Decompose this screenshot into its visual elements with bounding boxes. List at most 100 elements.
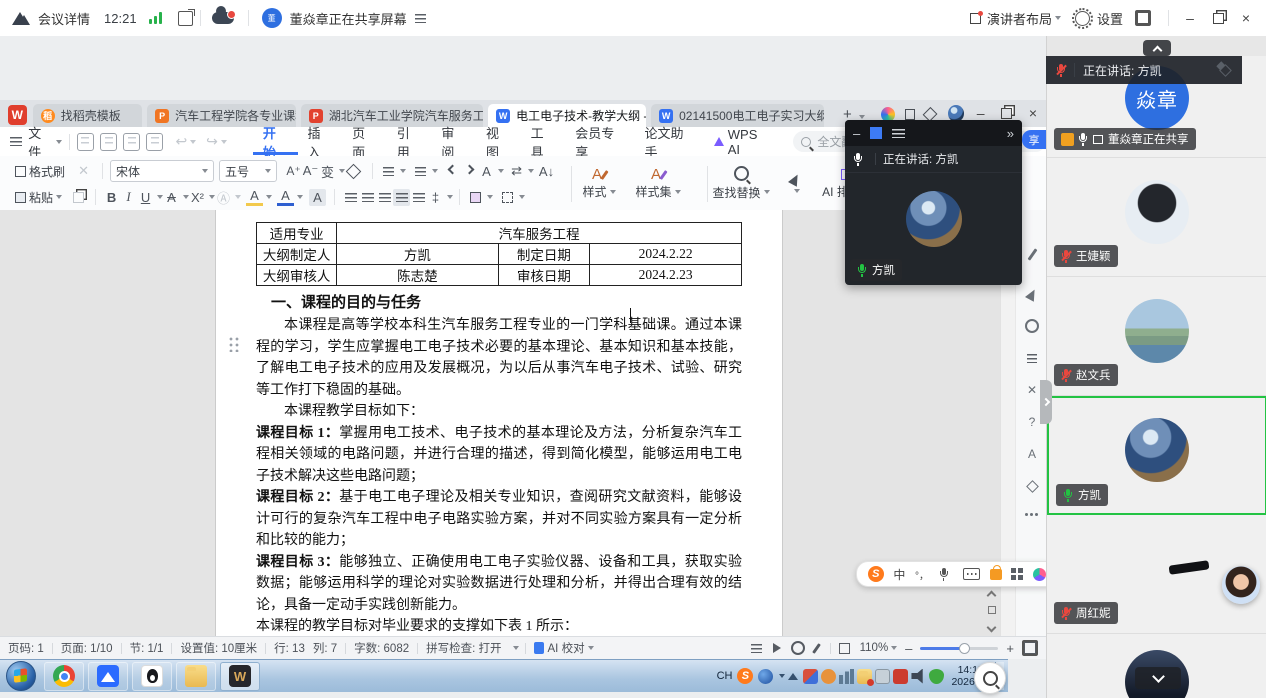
- asian-layout-icon[interactable]: ⇄: [508, 163, 525, 180]
- rotate-icon[interactable]: [1024, 318, 1040, 334]
- clear-format-icon[interactable]: [341, 159, 365, 183]
- align-left-icon[interactable]: [342, 189, 359, 206]
- cut-icon[interactable]: ✕: [75, 163, 92, 180]
- ime-skin-icon[interactable]: [1033, 568, 1046, 581]
- strikethrough-button[interactable]: A: [163, 189, 180, 206]
- ink-icon[interactable]: [812, 643, 821, 654]
- spell-check-toggle[interactable]: 拼写检查: 打开: [418, 640, 509, 656]
- save-icon[interactable]: [77, 133, 94, 151]
- wps-logo[interactable]: W: [8, 105, 27, 125]
- favorite-icon[interactable]: [1024, 478, 1040, 494]
- doc-fullscreen-icon[interactable]: [1022, 640, 1038, 656]
- numbered-list-icon[interactable]: [412, 163, 429, 180]
- align-right-icon[interactable]: [376, 189, 393, 206]
- tray-language[interactable]: CH: [717, 670, 733, 682]
- tray-network-icon[interactable]: [839, 669, 854, 684]
- ime-keyboard-icon[interactable]: [963, 568, 980, 580]
- cell[interactable]: 审核日期: [498, 265, 590, 286]
- participant-tile[interactable]: 王婕颖: [1047, 158, 1266, 277]
- ime-mode-toggle[interactable]: 中: [893, 566, 905, 583]
- sharer-menu-icon[interactable]: [415, 14, 426, 23]
- cell[interactable]: 2024.2.23: [590, 265, 742, 286]
- copy-icon[interactable]: [70, 189, 87, 206]
- participant-tile[interactable]: 赵文兵: [1047, 277, 1266, 396]
- zoom-out-button[interactable]: –: [905, 641, 912, 656]
- menu-view[interactable]: 视图: [476, 128, 521, 155]
- cell[interactable]: 大纲审核人: [257, 265, 337, 286]
- document-page[interactable]: 适用专业 汽车服务工程 大纲制定人 方凯 制定日期 2024.2.22 大纲审核…: [216, 210, 782, 636]
- fit-page-icon[interactable]: [839, 643, 850, 654]
- ime-voice-icon[interactable]: [939, 568, 949, 581]
- menu-member[interactable]: 会员专享: [565, 128, 634, 155]
- font-name-select[interactable]: 宋体: [110, 160, 214, 182]
- taskbar-wps-button[interactable]: W: [220, 662, 260, 691]
- tray-mini-icon[interactable]: [779, 674, 785, 678]
- tray-show-hidden-icon[interactable]: [788, 673, 798, 680]
- menu-tools[interactable]: 工具: [521, 128, 566, 155]
- participant-tile-speaking[interactable]: 方凯: [1047, 396, 1266, 515]
- fullscreen-icon[interactable]: [1135, 10, 1151, 26]
- meeting-detail-link[interactable]: 会议详情: [38, 9, 90, 28]
- panel-list-icon[interactable]: [892, 129, 905, 138]
- start-button[interactable]: [6, 661, 36, 691]
- cell[interactable]: 适用专业: [257, 223, 337, 244]
- bold-button[interactable]: B: [103, 189, 120, 206]
- share-button-partial[interactable]: 享: [1022, 130, 1046, 149]
- highlight-color-icon[interactable]: A: [246, 189, 263, 206]
- file-menu[interactable]: 文件: [28, 123, 53, 161]
- zoom-slider[interactable]: [920, 647, 998, 650]
- decrease-indent-icon[interactable]: [444, 163, 461, 180]
- tray-security-icon[interactable]: [929, 669, 944, 684]
- select-browse-icon[interactable]: [988, 606, 996, 614]
- tray-sync-icon[interactable]: [857, 669, 872, 684]
- more-tools-icon[interactable]: [1024, 506, 1040, 522]
- line-spacing-icon[interactable]: ‡: [427, 189, 444, 206]
- sidebar-handle[interactable]: [1040, 380, 1052, 424]
- tray-messenger-icon[interactable]: [821, 669, 836, 684]
- paste-button[interactable]: 粘贴: [8, 187, 66, 208]
- magnifier-float-button[interactable]: [974, 662, 1006, 694]
- hamburger-icon[interactable]: [10, 137, 22, 146]
- workbench-icon[interactable]: [905, 109, 915, 120]
- close-button[interactable]: ×: [1232, 5, 1260, 31]
- char-border-icon[interactable]: Ⓐ: [215, 189, 232, 206]
- panel-layout-icon[interactable]: [870, 127, 882, 139]
- pointer-icon[interactable]: [1024, 286, 1040, 302]
- font-size-select[interactable]: 五号: [219, 160, 277, 182]
- ime-store-icon[interactable]: [990, 569, 1002, 580]
- note-icon[interactable]: [1024, 350, 1040, 366]
- zoom-in-button[interactable]: +: [1006, 641, 1014, 656]
- char-shading-icon[interactable]: A: [309, 189, 326, 206]
- web-view-icon[interactable]: [791, 641, 805, 655]
- redo-icon[interactable]: ↪: [206, 133, 218, 150]
- sort-icon[interactable]: A↓: [538, 163, 555, 180]
- menu-paper-helper[interactable]: 论文助手: [635, 128, 704, 155]
- tray-volume-icon[interactable]: [911, 669, 926, 684]
- menu-wps-ai[interactable]: WPS AI: [704, 128, 780, 155]
- select-tool-button[interactable]: [778, 160, 812, 206]
- panel-collapse-icon[interactable]: »: [1007, 126, 1014, 141]
- tab-list-dropdown[interactable]: [859, 115, 865, 119]
- wps-close-button[interactable]: ×: [1020, 102, 1046, 124]
- my-mic-muted-icon[interactable]: [1056, 64, 1066, 77]
- taskbar-qq-button[interactable]: [132, 662, 172, 691]
- cut-tool-icon[interactable]: ✕: [1024, 382, 1040, 398]
- menu-home[interactable]: 开始: [253, 128, 298, 155]
- help-icon[interactable]: ?: [1024, 414, 1040, 430]
- border-icon[interactable]: [499, 189, 516, 206]
- layout-switch-button[interactable]: 演讲者布局: [970, 9, 1061, 28]
- styles-button[interactable]: A样式: [572, 160, 626, 206]
- cell[interactable]: 汽车服务工程: [337, 223, 742, 244]
- align-center-icon[interactable]: [359, 189, 376, 206]
- prev-page-icon[interactable]: [987, 591, 997, 601]
- settings-button[interactable]: 设置: [1075, 9, 1123, 28]
- outline-view-icon[interactable]: [748, 640, 765, 657]
- minimize-button[interactable]: –: [1176, 5, 1204, 31]
- menu-review[interactable]: 审阅: [431, 128, 476, 155]
- read-mode-icon[interactable]: [773, 643, 781, 653]
- collapse-videos-button[interactable]: [1143, 40, 1171, 56]
- menu-reference[interactable]: 引用: [387, 128, 432, 155]
- export-icon[interactable]: [100, 133, 117, 151]
- sogou-logo-icon[interactable]: S: [868, 566, 884, 582]
- edit-pen-icon[interactable]: [1024, 246, 1040, 262]
